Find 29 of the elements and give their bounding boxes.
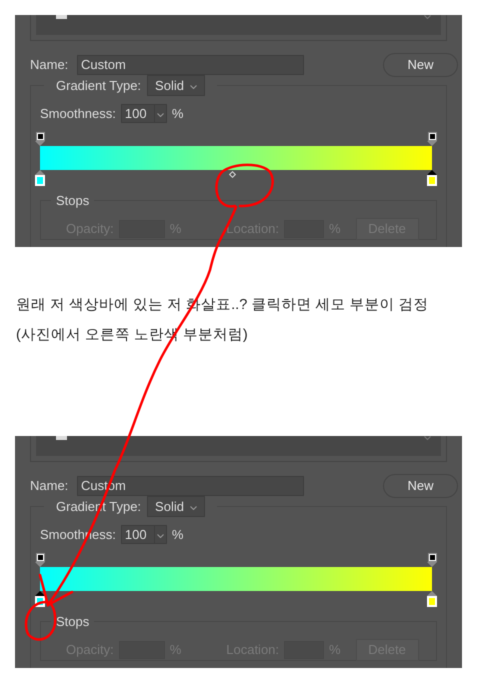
percent-label: % [172,105,184,123]
new-button[interactable]: New [383,53,458,77]
gradient-type-dropdown[interactable]: Solid [147,75,205,96]
percent-label: % [170,640,182,659]
color-stop[interactable] [35,590,45,606]
new-button[interactable]: New [383,474,458,498]
color-stop[interactable] [35,170,45,186]
gradient-bar[interactable] [40,566,432,590]
gradient-type-dropdown[interactable]: Solid [147,496,205,517]
name-label: Name: [30,56,70,74]
percent-label: % [172,526,184,544]
percent-label: % [329,220,341,238]
gradient-bar[interactable] [40,146,432,170]
name-label: Name: [30,477,70,496]
smoothness-field[interactable]: 100 [120,525,167,544]
color-stop[interactable] [427,590,437,606]
name-field[interactable]: Custom [77,55,304,75]
color-stop[interactable] [427,170,437,186]
smoothness-label: Smoothness: [40,105,116,123]
chevron-down-icon [156,112,164,117]
gradient-type-label: Gradient Type: [56,76,142,95]
chevron-down-icon [424,15,431,19]
chevron-down-icon [424,436,431,440]
chevron-down-icon [190,84,197,88]
percent-label: % [170,220,182,238]
smoothness-field[interactable]: 100 [120,104,167,124]
chevron-down-icon [156,534,164,538]
percent-label: % [329,640,341,659]
chevron-down-icon [190,506,197,510]
